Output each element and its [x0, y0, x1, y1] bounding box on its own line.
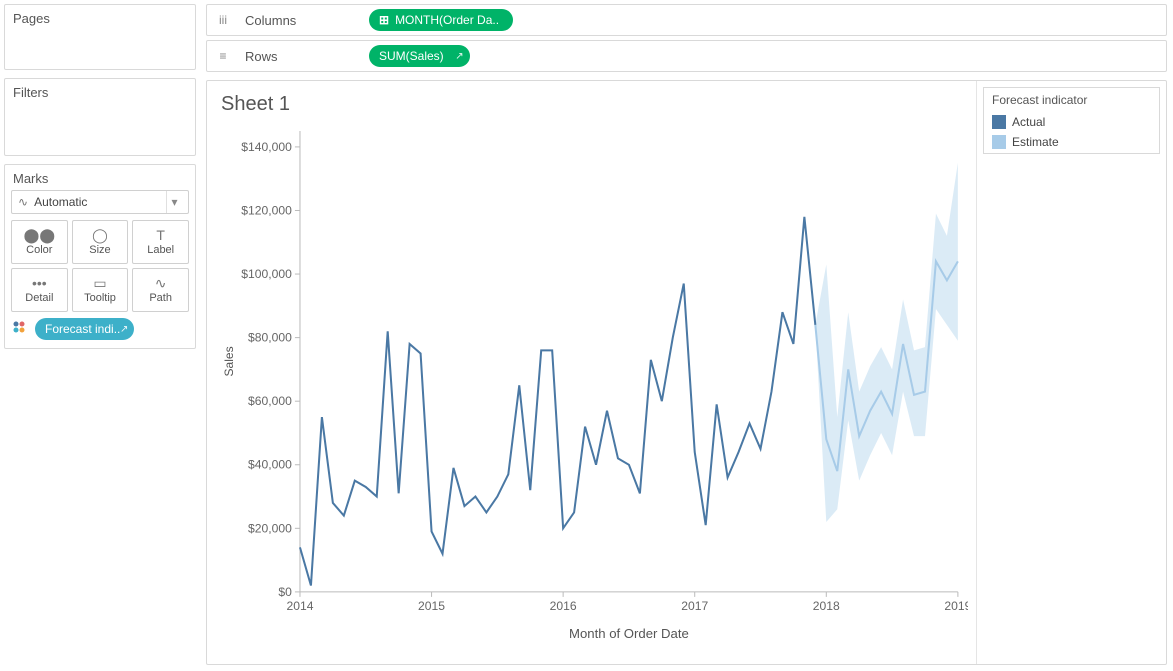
legend-item-label: Estimate	[1012, 135, 1059, 149]
svg-text:$140,000: $140,000	[241, 140, 292, 154]
mark-cell-label: Label	[147, 244, 174, 256]
svg-text:$100,000: $100,000	[241, 267, 292, 281]
expand-icon: ⊞	[379, 13, 389, 27]
svg-text:$0: $0	[278, 585, 292, 599]
rows-pill-label: SUM(Sales)	[379, 49, 444, 63]
mark-cell-label: Color	[26, 244, 52, 256]
pages-shelf[interactable]: Pages	[4, 4, 196, 70]
svg-text:2015: 2015	[418, 599, 445, 613]
filters-shelf[interactable]: Filters	[4, 78, 196, 156]
mark-label-button[interactable]: T Label	[132, 220, 189, 264]
columns-icon: iii	[215, 13, 231, 27]
svg-text:Month of Order Date: Month of Order Date	[569, 626, 689, 641]
legend-item-label: Actual	[1012, 115, 1045, 129]
popout-icon: ↗	[120, 324, 128, 335]
chart-svg[interactable]: $0 $20,000 $40,000 $60,000 $80,000 $100,000 $1…	[219, 121, 968, 652]
mark-cell-label: Tooltip	[84, 292, 116, 304]
svg-text:2019: 2019	[944, 599, 968, 613]
svg-text:$120,000: $120,000	[241, 204, 292, 218]
rows-icon: ≡	[215, 49, 231, 63]
viz-canvas: Sheet 1 $0 $20,000 $40,000 $60,000 $80,000 $1…	[206, 80, 1167, 665]
mark-cell-label: Size	[89, 244, 110, 256]
chevron-down-icon: ▾	[166, 191, 182, 213]
legend-item-estimate[interactable]: Estimate	[984, 133, 1159, 153]
pages-title: Pages	[5, 5, 195, 30]
path-icon: ∿	[155, 276, 167, 290]
sheet-title[interactable]: Sheet 1	[221, 93, 968, 116]
rows-label: Rows	[245, 49, 355, 64]
color-dots-icon	[11, 319, 29, 340]
label-icon: T	[156, 228, 165, 242]
svg-text:2017: 2017	[681, 599, 708, 613]
rows-pill[interactable]: SUM(Sales) ↗	[369, 45, 470, 67]
popout-icon: ↗	[455, 51, 463, 62]
mark-size-button[interactable]: ◯ Size	[72, 220, 129, 264]
svg-text:$80,000: $80,000	[248, 331, 292, 345]
columns-label: Columns	[245, 13, 355, 28]
mark-type-dropdown[interactable]: ∿ Automatic ▾	[11, 190, 189, 214]
columns-pill-label: MONTH(Order Da..	[395, 13, 499, 27]
legend-item-actual[interactable]: Actual	[984, 113, 1159, 133]
svg-text:2014: 2014	[286, 599, 313, 613]
forecast-indicator-pill-label: Forecast indi..	[45, 322, 120, 336]
columns-shelf[interactable]: iii Columns ⊞ MONTH(Order Da..	[206, 4, 1167, 36]
svg-text:Sales: Sales	[222, 346, 236, 376]
mark-cell-label: Path	[149, 292, 172, 304]
mark-cell-label: Detail	[25, 292, 53, 304]
legend-swatch	[992, 135, 1006, 149]
svg-text:$60,000: $60,000	[248, 394, 292, 408]
legend[interactable]: Forecast indicator Actual Estimate	[983, 87, 1160, 154]
filters-title: Filters	[5, 79, 195, 104]
mark-path-button[interactable]: ∿ Path	[132, 268, 189, 312]
detail-icon: •••	[32, 276, 47, 290]
color-icon: ⬤⬤	[24, 228, 55, 242]
tooltip-icon: ▭	[93, 276, 106, 290]
mark-tooltip-button[interactable]: ▭ Tooltip	[72, 268, 129, 312]
line-icon: ∿	[18, 195, 28, 209]
legend-title: Forecast indicator	[984, 88, 1159, 113]
rows-shelf[interactable]: ≡ Rows SUM(Sales) ↗	[206, 40, 1167, 72]
legend-swatch	[992, 115, 1006, 129]
mark-color-button[interactable]: ⬤⬤ Color	[11, 220, 68, 264]
svg-text:2018: 2018	[813, 599, 840, 613]
columns-pill[interactable]: ⊞ MONTH(Order Da..	[369, 9, 513, 31]
svg-text:$20,000: $20,000	[248, 521, 292, 535]
size-icon: ◯	[92, 228, 108, 242]
mark-detail-button[interactable]: ••• Detail	[11, 268, 68, 312]
svg-text:2016: 2016	[550, 599, 577, 613]
mark-type-label: Automatic	[34, 195, 87, 209]
svg-text:$40,000: $40,000	[248, 458, 292, 472]
forecast-indicator-pill[interactable]: Forecast indi.. ↗	[35, 318, 134, 340]
marks-card: Marks ∿ Automatic ▾ ⬤⬤ Color ◯ Size T Label ••…	[4, 164, 196, 349]
marks-title: Marks	[5, 165, 195, 190]
